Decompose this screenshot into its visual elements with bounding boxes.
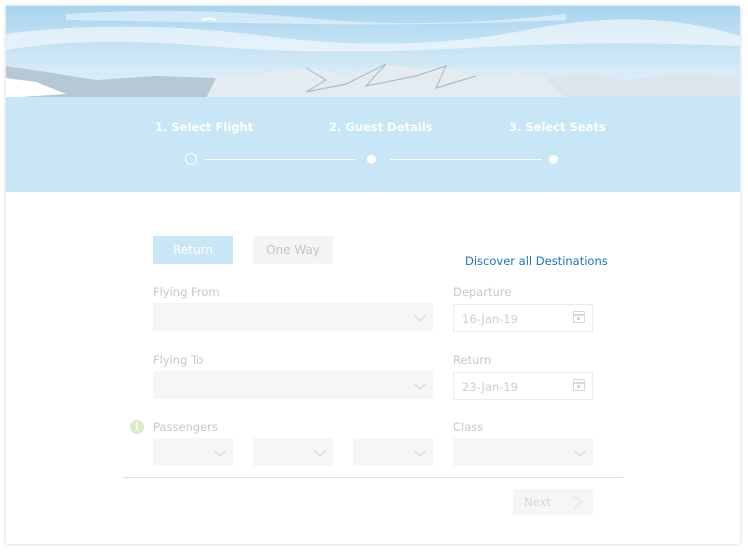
departure-value: 16-Jan-19 <box>462 312 518 326</box>
booking-card: 1. Select Flight 2. Guest Details 3. Sel… <box>6 6 740 544</box>
passengers-label: Passengers <box>153 420 218 434</box>
step-2-marker <box>367 155 376 164</box>
step-1-marker <box>185 153 197 165</box>
next-button[interactable]: Next <box>513 489 593 515</box>
children-select[interactable] <box>253 438 333 466</box>
step-select-seats: 3. Select Seats <box>509 120 606 134</box>
flying-to-label: Flying To <box>153 353 204 367</box>
class-label: Class <box>453 420 484 434</box>
chevron-down-icon <box>414 445 426 457</box>
flying-to-select[interactable] <box>153 371 433 399</box>
tab-one-way[interactable]: One Way <box>253 236 333 264</box>
chevron-down-icon <box>314 445 326 457</box>
step-connector <box>205 159 355 160</box>
infants-select[interactable] <box>353 438 433 466</box>
return-label: Return <box>453 353 492 367</box>
arrow-right-icon <box>567 494 583 510</box>
class-select[interactable] <box>453 438 593 466</box>
return-date-input[interactable]: 23-Jan-19 <box>453 372 593 400</box>
calendar-icon[interactable] <box>573 379 585 391</box>
mountain-hero-image <box>6 6 740 98</box>
step-guest-details: 2. Guest Details <box>329 120 433 134</box>
flying-from-select[interactable] <box>153 303 433 331</box>
departure-date-input[interactable]: 16-Jan-19 <box>453 304 593 332</box>
step-3-marker <box>549 155 558 164</box>
discover-destinations-link[interactable]: Discover all Destinations <box>465 254 608 268</box>
step-progress-band: 1. Select Flight 2. Guest Details 3. Sel… <box>6 97 740 192</box>
departure-label: Departure <box>453 285 512 299</box>
chevron-down-icon <box>414 378 426 390</box>
chevron-down-icon <box>414 310 426 322</box>
adults-select[interactable] <box>153 438 233 466</box>
tab-return[interactable]: Return <box>153 236 233 264</box>
chevron-down-icon <box>574 445 586 457</box>
step-select-flight: 1. Select Flight <box>155 120 254 134</box>
form-divider <box>123 477 623 478</box>
flying-from-label: Flying From <box>153 285 220 299</box>
next-button-label: Next <box>524 495 551 509</box>
chevron-down-icon <box>214 445 226 457</box>
return-value: 23-Jan-19 <box>462 380 518 394</box>
info-icon[interactable]: i <box>130 420 144 434</box>
step-connector <box>390 159 542 160</box>
calendar-icon[interactable] <box>573 311 585 323</box>
